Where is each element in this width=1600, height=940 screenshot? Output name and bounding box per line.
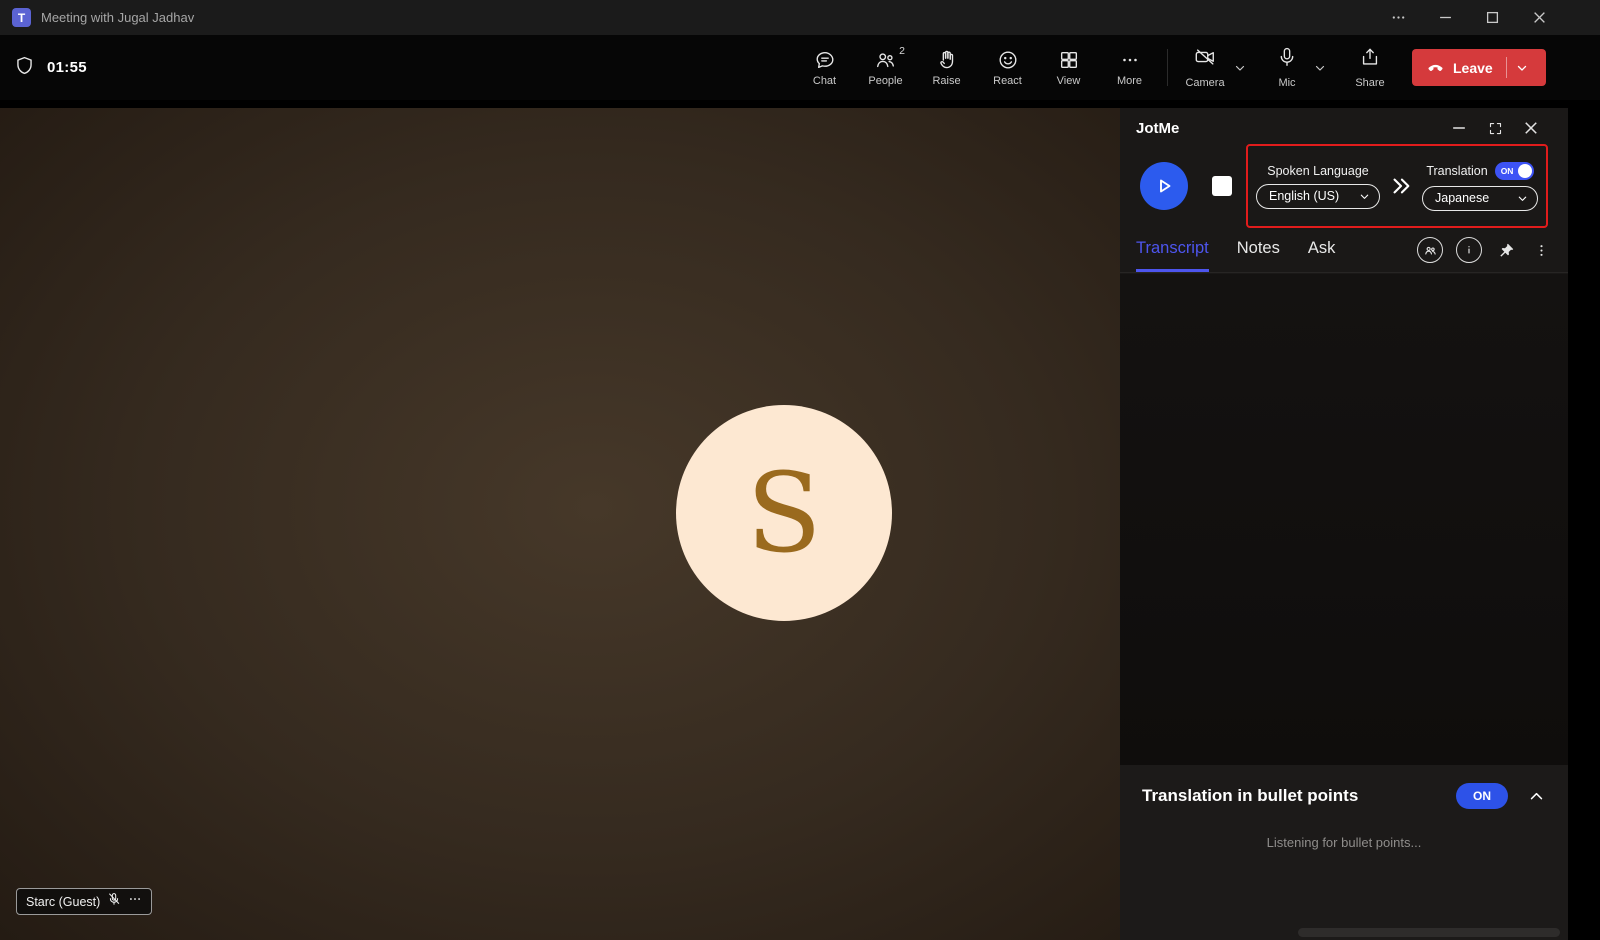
toggle-knob xyxy=(1517,163,1532,178)
bullet-points-toggle-state: ON xyxy=(1473,789,1491,803)
camera-button[interactable]: Camera xyxy=(1182,35,1228,100)
people-button[interactable]: 2 People xyxy=(855,35,916,100)
chat-label: Chat xyxy=(812,74,837,87)
share-label: Share xyxy=(1355,77,1385,89)
meeting-toolbar: 01:55 Chat 2 People Raise React View Mor… xyxy=(0,35,1600,100)
tab-ask[interactable]: Ask xyxy=(1308,239,1336,272)
bullet-points-title: Translation in bullet points xyxy=(1142,786,1359,805)
raise-hand-icon xyxy=(936,49,958,71)
titlebar-more-icon[interactable] xyxy=(1375,0,1422,35)
meeting-window: T Meeting with Jugal Jadhav 01:55 Chat 2… xyxy=(0,0,1600,940)
people-icon: 2 xyxy=(874,45,905,71)
view-label: View xyxy=(1056,74,1081,87)
share-button[interactable]: Share xyxy=(1344,35,1396,100)
panel-close-icon[interactable] xyxy=(1520,117,1542,139)
window-controls xyxy=(1375,0,1563,35)
react-icon xyxy=(997,49,1019,71)
meeting-timer: 01:55 xyxy=(47,59,87,76)
chat-icon xyxy=(814,49,836,71)
mic-button[interactable]: Mic xyxy=(1266,35,1308,100)
leave-label: Leave xyxy=(1453,59,1493,76)
language-settings-annotation: Spoken Language English (US) Translation… xyxy=(1246,144,1548,228)
chat-button[interactable]: Chat xyxy=(794,35,855,100)
spoken-language-value: English (US) xyxy=(1269,189,1340,203)
toolbar-center: Chat 2 People Raise React View More xyxy=(794,35,1160,100)
bullet-points-header: Translation in bullet points ON xyxy=(1120,765,1568,809)
participants-icon[interactable] xyxy=(1417,237,1443,263)
panel-expand-icon[interactable] xyxy=(1484,117,1506,139)
close-icon[interactable] xyxy=(1516,0,1563,35)
tab-notes[interactable]: Notes xyxy=(1237,239,1280,272)
view-button[interactable]: View xyxy=(1038,35,1099,100)
more-icon xyxy=(1119,49,1141,71)
minimize-icon[interactable] xyxy=(1422,0,1469,35)
spoken-language-label: Spoken Language xyxy=(1267,163,1369,178)
bullet-points-status: Listening for bullet points... xyxy=(1266,835,1422,850)
bullet-points-toggle[interactable]: ON xyxy=(1456,783,1508,809)
play-button[interactable] xyxy=(1140,162,1188,210)
info-icon[interactable] xyxy=(1456,237,1482,263)
mic-muted-icon xyxy=(107,892,121,911)
panel-title: JotMe xyxy=(1136,119,1180,137)
spoken-language-group: Spoken Language English (US) xyxy=(1256,164,1380,209)
title-bar-left: T Meeting with Jugal Jadhav xyxy=(0,8,194,27)
people-count-badge: 2 xyxy=(899,44,905,57)
mic-label: Mic xyxy=(1278,77,1296,89)
camera-dropdown-chevron[interactable] xyxy=(1228,35,1252,100)
raise-label: Raise xyxy=(932,74,961,87)
translation-language-select[interactable]: Japanese xyxy=(1422,185,1538,211)
toolbar-left: 01:55 xyxy=(14,35,87,100)
react-label: React xyxy=(993,74,1022,87)
kebab-menu-icon[interactable] xyxy=(1530,238,1552,262)
stop-button[interactable] xyxy=(1212,176,1232,196)
window-title: Meeting with Jugal Jadhav xyxy=(41,10,195,25)
horizontal-scrollbar[interactable] xyxy=(1298,928,1560,937)
share-icon xyxy=(1359,46,1381,73)
translation-label: Translation xyxy=(1426,163,1488,178)
panel-header-controls xyxy=(1448,108,1542,148)
pin-icon[interactable] xyxy=(1495,238,1517,262)
bullet-points-section: Translation in bullet points ON Listenin… xyxy=(1120,765,1568,940)
toolbar-devices: Camera Mic Share xyxy=(1182,35,1396,100)
more-label: More xyxy=(1116,74,1143,87)
leave-button[interactable]: Leave xyxy=(1412,49,1546,86)
collapse-chevron-icon[interactable] xyxy=(1524,784,1548,808)
spoken-language-select[interactable]: English (US) xyxy=(1256,183,1380,209)
panel-minimize-icon[interactable] xyxy=(1448,117,1470,139)
panel-tabs: Transcript Notes Ask xyxy=(1120,226,1568,273)
hangup-icon xyxy=(1426,57,1445,79)
teams-logo-icon: T xyxy=(12,8,31,27)
camera-label: Camera xyxy=(1185,77,1225,89)
view-icon xyxy=(1058,49,1080,71)
double-chevron-icon xyxy=(1390,175,1412,197)
transcript-area xyxy=(1120,274,1568,765)
raise-hand-button[interactable]: Raise xyxy=(916,35,977,100)
people-label: People xyxy=(868,74,903,87)
maximize-icon[interactable] xyxy=(1469,0,1516,35)
react-button[interactable]: React xyxy=(977,35,1038,100)
title-bar: T Meeting with Jugal Jadhav xyxy=(0,0,1600,35)
camera-off-icon xyxy=(1193,46,1217,73)
participant-name-pill: Starc (Guest) xyxy=(16,888,153,915)
toolbar-divider xyxy=(1167,49,1168,86)
leave-dropdown-chevron[interactable] xyxy=(1507,49,1537,86)
mic-icon xyxy=(1276,46,1298,73)
avatar-initial: S xyxy=(746,449,822,577)
translation-toggle-state: ON xyxy=(1500,165,1514,176)
participant-avatar: S xyxy=(676,405,892,621)
shield-icon[interactable] xyxy=(14,55,35,81)
tab-transcript[interactable]: Transcript xyxy=(1136,239,1209,272)
jotme-panel: JotMe Spoken Language English (US) Trans… xyxy=(1120,108,1568,940)
translation-toggle[interactable]: ON xyxy=(1494,161,1534,180)
tabs-icons xyxy=(1417,237,1552,272)
participant-more-icon[interactable] xyxy=(128,892,142,911)
mic-dropdown-chevron[interactable] xyxy=(1308,35,1332,100)
translation-language-value: Japanese xyxy=(1435,191,1490,205)
video-stage: S Starc (Guest) xyxy=(0,108,1120,940)
participant-name: Starc (Guest) xyxy=(26,894,101,909)
translation-group: Translation ON Japanese xyxy=(1422,161,1538,211)
more-button[interactable]: More xyxy=(1099,35,1160,100)
